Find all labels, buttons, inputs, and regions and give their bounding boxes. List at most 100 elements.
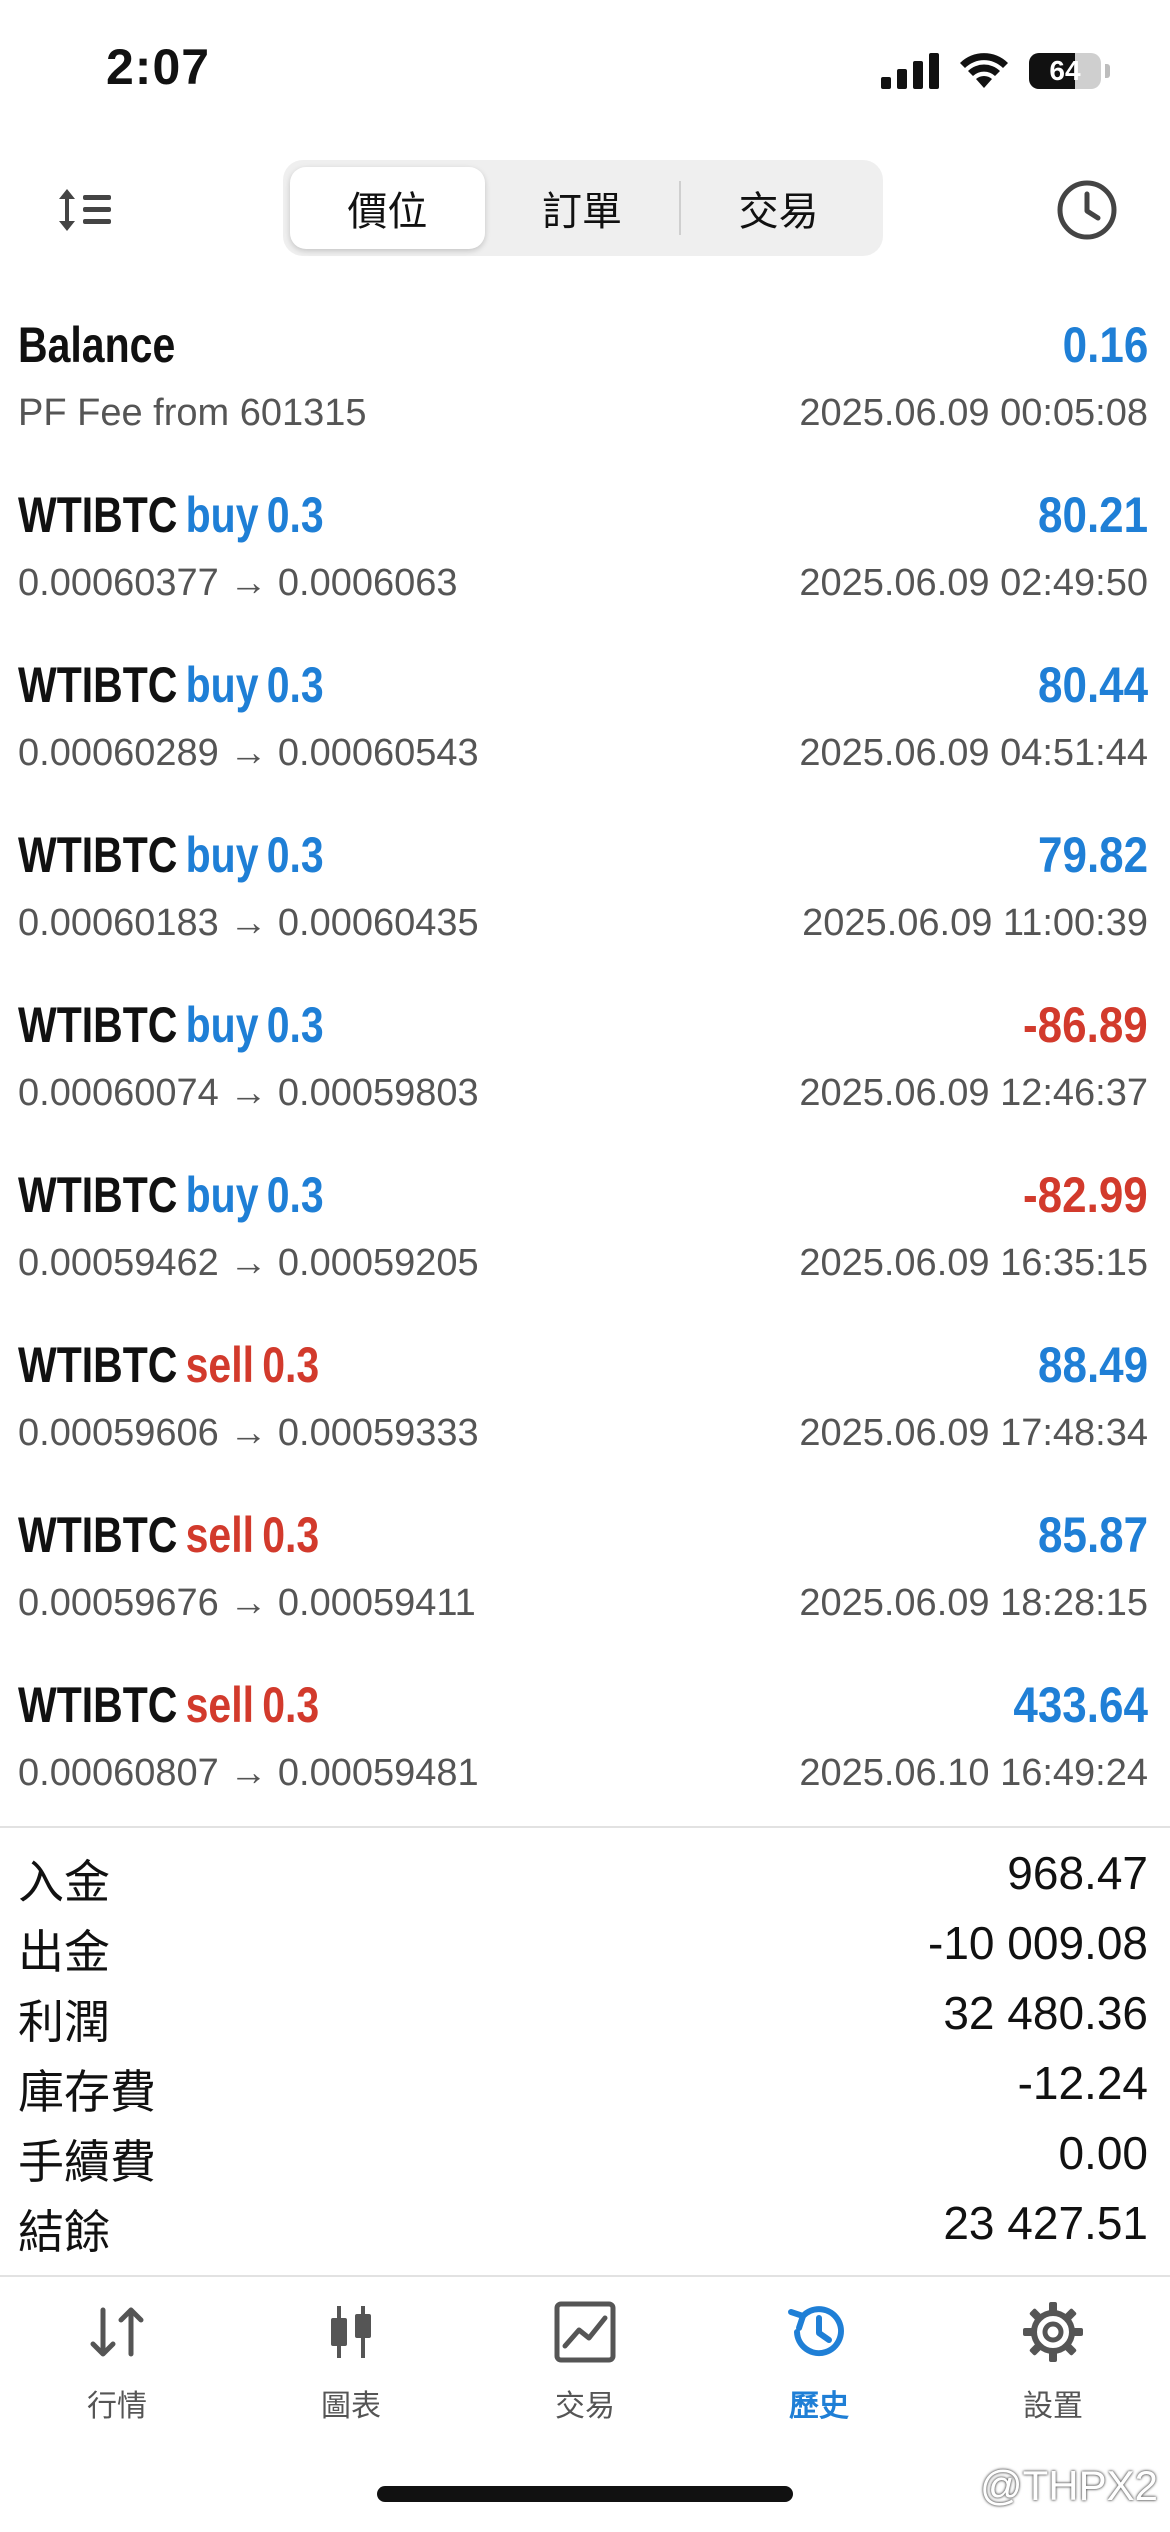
home-indicator[interactable] — [377, 2486, 793, 2502]
summary-label: 結餘 — [18, 2206, 110, 2258]
deal-side: buy — [185, 1167, 259, 1223]
deal-title: WTIBTC buy 0.3 — [18, 826, 324, 884]
summary-label: 手續費 — [18, 2136, 156, 2188]
deal-prices: 0.00060074 → 0.00059803 — [18, 1072, 479, 1114]
candlestick-chart-icon — [331, 2306, 371, 2358]
history-list: Balance 0.16 PF Fee from 601315 2025.06.… — [0, 300, 1170, 1830]
deal-title: WTIBTC buy 0.3 — [18, 1166, 324, 1224]
period-button[interactable] — [1049, 172, 1125, 248]
summary-value: 32 480.36 — [943, 1987, 1148, 2039]
deal-title: WTIBTC buy 0.3 — [18, 656, 324, 714]
tab-settings-label: 設置 — [1023, 2390, 1083, 2423]
deal-time: 2025.06.09 17:48:34 — [799, 1412, 1148, 1454]
deal-profit: 433.64 — [1013, 1677, 1148, 1733]
segment-deals[interactable]: 交易 — [681, 167, 876, 249]
battery-percent: 64 — [1049, 55, 1081, 86]
tab-bar: 行情 圖表 交易 歷史 設置 — [0, 2285, 1170, 2445]
deal-row[interactable]: WTIBTC buy 0.3 -86.89 0.00060074 → 0.0005980… — [0, 980, 1170, 1150]
summary-label: 入金 — [18, 1856, 110, 1908]
deal-prices: 0.00060377 → 0.0006063 — [18, 562, 458, 604]
deal-symbol: WTIBTC — [18, 487, 178, 543]
tab-quotes[interactable]: 行情 — [0, 2285, 234, 2445]
status-bar: 2:07 64 — [0, 0, 1170, 150]
deal-symbol: WTIBTC — [18, 1677, 178, 1733]
deal-row[interactable]: WTIBTC sell 0.3 433.64 0.00060807 → 0.000594… — [0, 1660, 1170, 1830]
deal-time: 2025.06.09 04:51:44 — [799, 732, 1148, 774]
balance-row[interactable]: Balance 0.16 PF Fee from 601315 2025.06.… — [0, 300, 1170, 470]
gear-icon — [1023, 2302, 1083, 2362]
segment-price[interactable]: 價位 — [290, 167, 485, 249]
sort-button[interactable] — [40, 172, 130, 248]
deal-prices: 0.00059676 → 0.00059411 — [18, 1582, 476, 1624]
summary-label: 庫存費 — [18, 2066, 156, 2118]
history-toolbar: 價位 訂單 交易 — [0, 150, 1170, 270]
deal-profit: -82.99 — [1023, 1167, 1148, 1223]
tab-charts-label: 圖表 — [321, 2390, 381, 2423]
deals-container: WTIBTC buy 0.3 80.21 0.00060377 → 0.0006063 2… — [0, 470, 1170, 1830]
deal-profit: 79.82 — [1037, 827, 1148, 883]
deal-time: 2025.06.09 02:49:50 — [799, 562, 1148, 604]
deal-symbol: WTIBTC — [18, 1167, 178, 1223]
deal-profit: 80.21 — [1037, 487, 1148, 543]
deal-prices: 0.00060183 → 0.00060435 — [18, 902, 479, 944]
deal-row[interactable]: WTIBTC buy 0.3 80.21 0.00060377 → 0.0006063 2… — [0, 470, 1170, 640]
balance-amount: 0.16 — [1062, 317, 1148, 373]
summary-label: 利潤 — [18, 1996, 110, 2048]
deal-row[interactable]: WTIBTC buy 0.3 -82.99 0.00059462 → 0.0005920… — [0, 1150, 1170, 1320]
status-icons: 64 — [881, 52, 1110, 90]
segment-orders[interactable]: 訂單 — [485, 167, 680, 249]
deal-title: WTIBTC sell 0.3 — [18, 1676, 319, 1734]
deal-profit: 80.44 — [1037, 657, 1148, 713]
balance-comment: PF Fee from 601315 — [18, 392, 367, 434]
list-divider — [0, 1826, 1170, 1828]
tab-bar-divider — [0, 2275, 1170, 2277]
deal-volume: 0.3 — [266, 827, 324, 883]
deal-side: buy — [185, 657, 259, 713]
deal-side: buy — [185, 997, 259, 1053]
deal-symbol: WTIBTC — [18, 1337, 178, 1393]
deal-row[interactable]: WTIBTC sell 0.3 85.87 0.00059676 → 0.0005941… — [0, 1490, 1170, 1660]
deal-title: WTIBTC sell 0.3 — [18, 1336, 319, 1394]
deal-symbol: WTIBTC — [18, 657, 178, 713]
tab-trade[interactable]: 交易 — [468, 2285, 702, 2445]
summary-value: -10 009.08 — [928, 1917, 1148, 1969]
tab-quotes-label: 行情 — [87, 2390, 147, 2423]
cellular-signal-icon — [881, 53, 939, 89]
quotes-arrows-icon — [90, 2307, 144, 2357]
deal-prices: 0.00060289 → 0.00060543 — [18, 732, 479, 774]
deal-volume: 0.3 — [266, 657, 324, 713]
tab-history[interactable]: 歷史 — [702, 2285, 936, 2445]
summary-value: 0.00 — [1058, 2127, 1148, 2179]
deal-volume: 0.3 — [262, 1677, 320, 1733]
battery-tip — [1105, 64, 1110, 78]
deal-title: WTIBTC buy 0.3 — [18, 486, 324, 544]
status-time: 2:07 — [106, 39, 211, 95]
deal-time: 2025.06.09 16:35:15 — [799, 1242, 1148, 1284]
deal-row[interactable]: WTIBTC buy 0.3 79.82 0.00060183 → 0.00060435… — [0, 810, 1170, 980]
summary-panel: 入金 968.47 出金 -10 009.08 利潤 32 480.36 庫存費 -12.24… — [0, 1840, 1170, 2260]
tab-charts[interactable]: 圖表 — [234, 2285, 468, 2445]
balance-title: Balance — [18, 317, 176, 373]
clock-icon — [1057, 180, 1117, 240]
sort-icon — [59, 189, 111, 231]
tab-history-label: 歷史 — [789, 2390, 849, 2423]
deal-volume: 0.3 — [266, 487, 324, 543]
deal-profit: 85.87 — [1037, 1507, 1148, 1563]
deal-row[interactable]: WTIBTC sell 0.3 88.49 0.00059606 → 0.0005933… — [0, 1320, 1170, 1490]
deal-volume: 0.3 — [262, 1337, 320, 1393]
deal-time: 2025.06.10 16:49:24 — [799, 1752, 1148, 1794]
deal-prices: 0.00059606 → 0.00059333 — [18, 1412, 479, 1454]
sort-segmented-control: 價位 訂單 交易 — [283, 160, 883, 256]
deal-title: WTIBTC sell 0.3 — [18, 1506, 319, 1564]
history-clock-icon — [788, 2306, 844, 2357]
balance-time: 2025.06.09 00:05:08 — [799, 392, 1148, 434]
deal-side: buy — [185, 827, 259, 883]
deal-profit: 88.49 — [1037, 1337, 1148, 1393]
deal-time: 2025.06.09 11:00:39 — [802, 902, 1148, 944]
deal-volume: 0.3 — [262, 1507, 320, 1563]
deal-prices: 0.00059462 → 0.00059205 — [18, 1242, 479, 1284]
summary-label: 出金 — [18, 1926, 110, 1978]
tab-settings[interactable]: 設置 — [936, 2285, 1170, 2445]
deal-row[interactable]: WTIBTC buy 0.3 80.44 0.00060289 → 0.00060543… — [0, 640, 1170, 810]
summary-row: 利潤 32 480.36 — [0, 1980, 1170, 2050]
